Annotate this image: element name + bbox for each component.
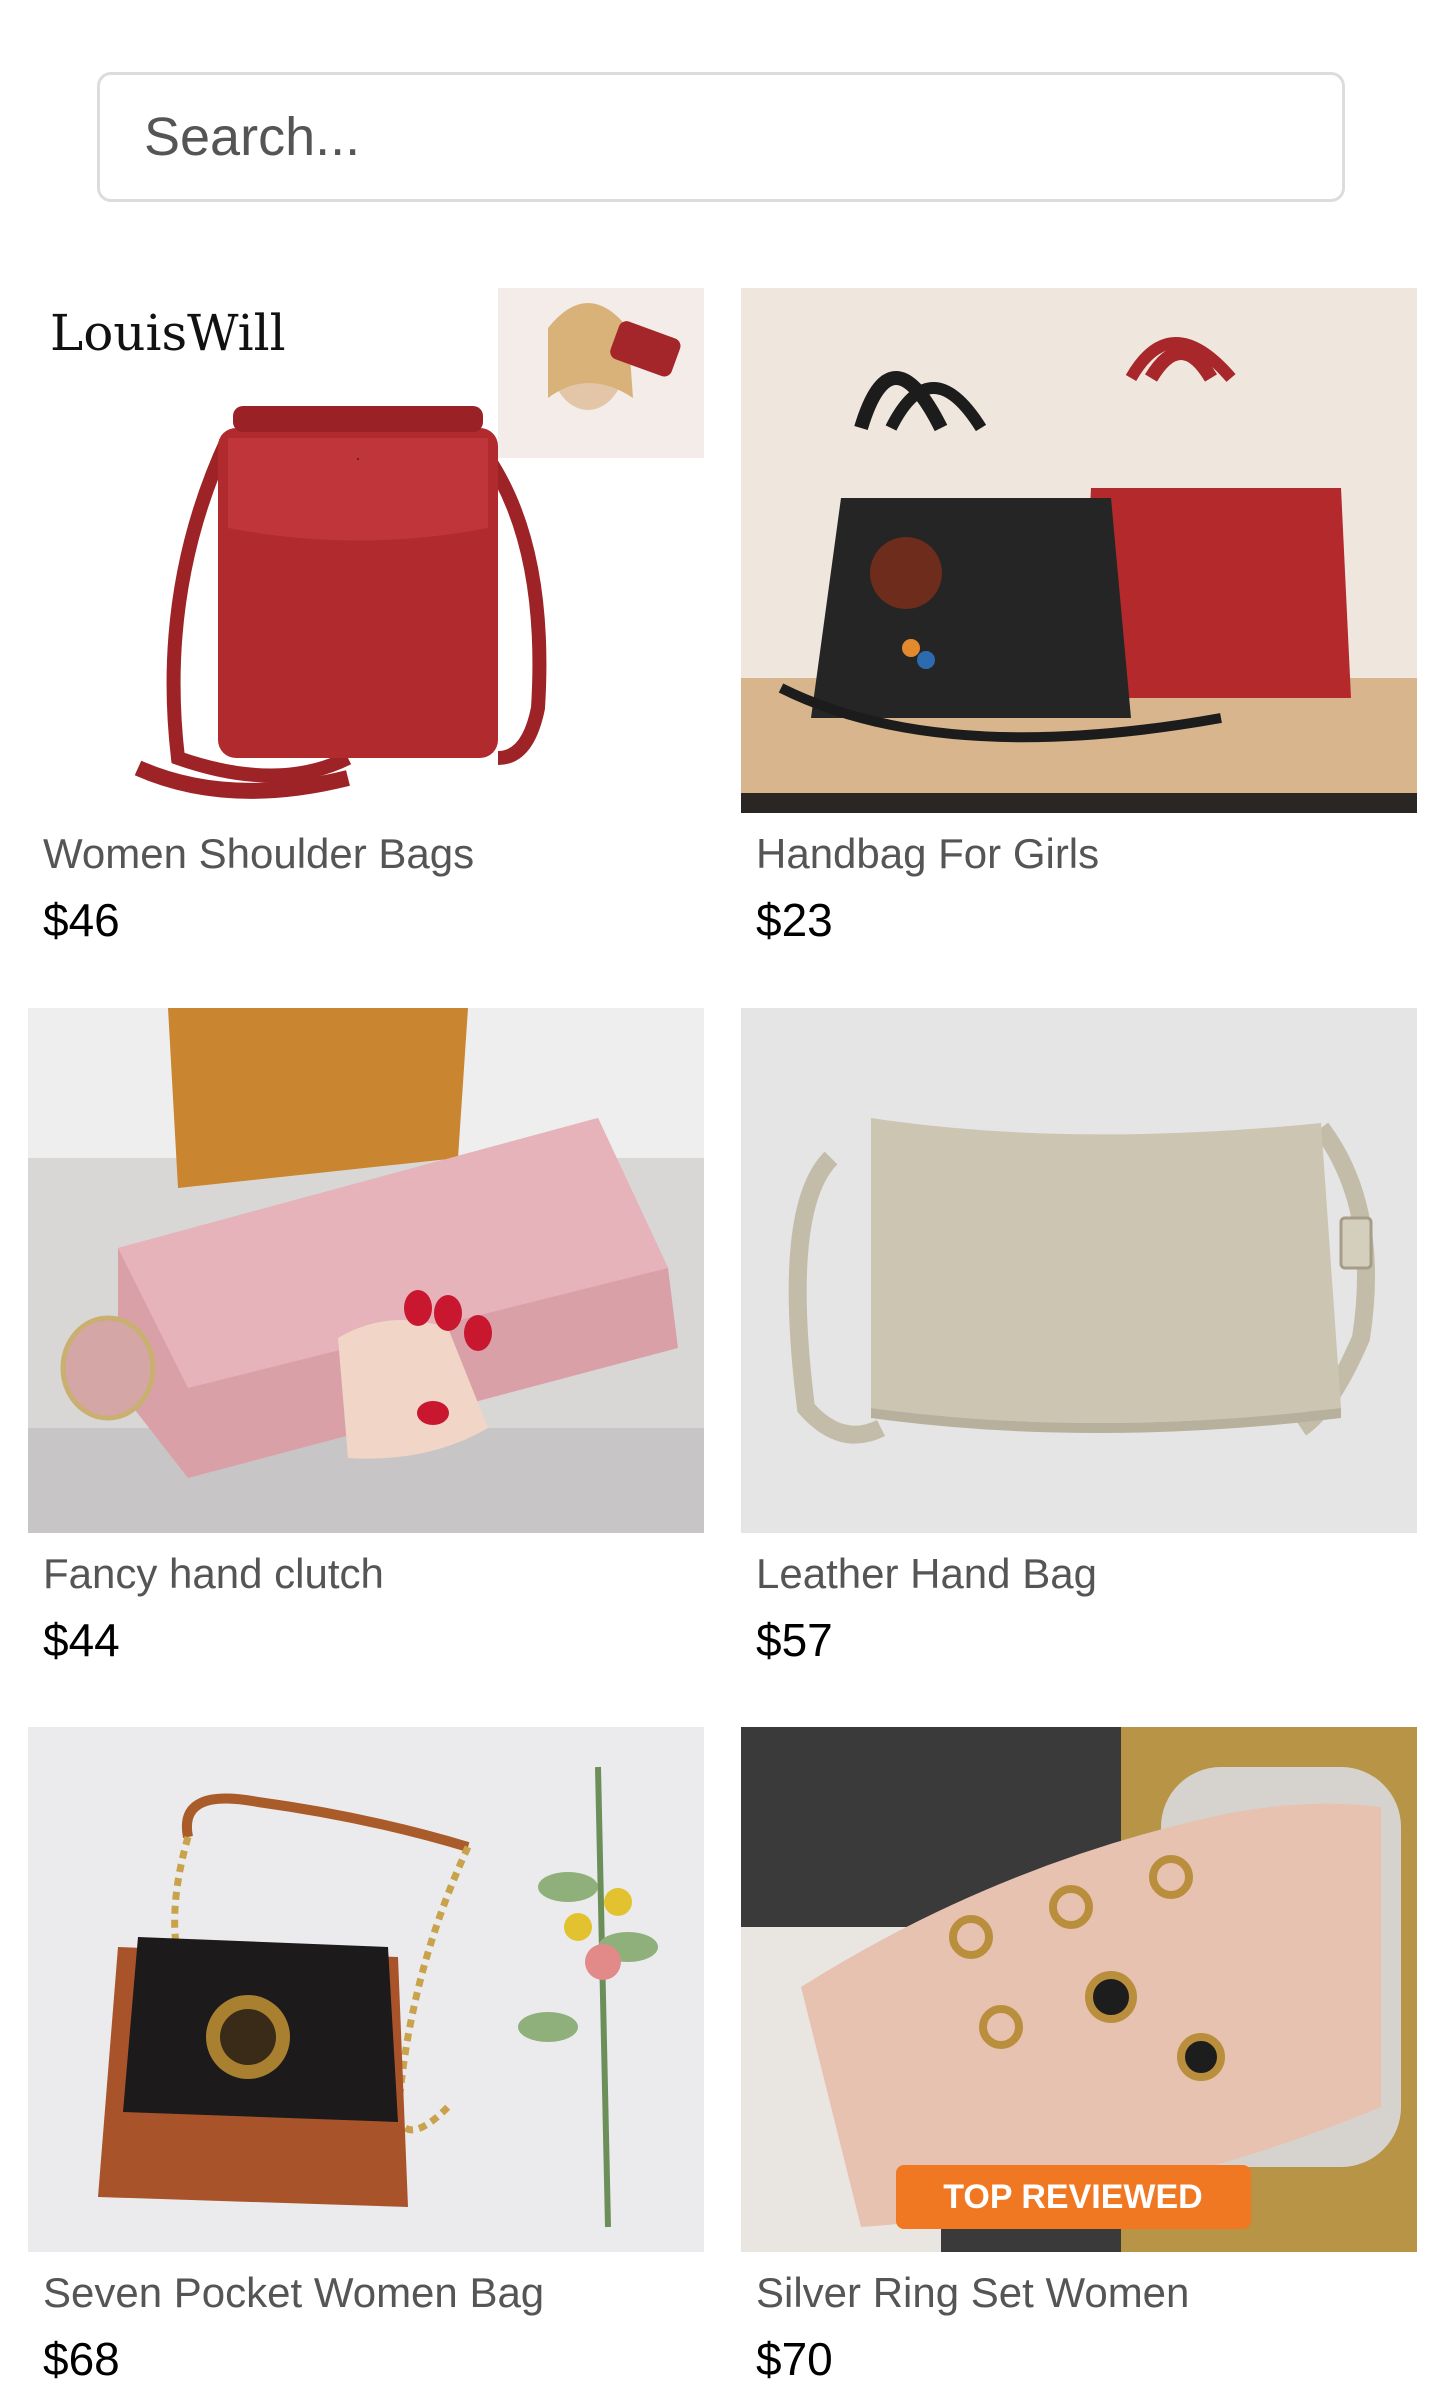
product-title[interactable]: Handbag For Girls: [756, 826, 1417, 882]
product-image[interactable]: [28, 1008, 704, 1533]
product-card[interactable]: TOP REVIEWED Silver Ring Set Women $70: [741, 1727, 1417, 2389]
product-title[interactable]: Seven Pocket Women Bag: [43, 2265, 704, 2321]
search-box[interactable]: [97, 72, 1345, 202]
product-card[interactable]: Leather Hand Bag $57: [741, 1008, 1417, 1670]
product-image[interactable]: LouisWill: [28, 288, 704, 813]
top-reviewed-badge: TOP REVIEWED: [943, 2178, 1202, 2216]
product-price: $68: [43, 2333, 120, 2385]
black-tan-crossbody-image: [28, 1727, 704, 2252]
product-image[interactable]: [741, 1008, 1417, 1533]
product-title[interactable]: Silver Ring Set Women: [756, 2265, 1417, 2321]
product-price: $57: [756, 1614, 833, 1666]
product-image[interactable]: [28, 1727, 704, 2252]
brand-logo-mark: LouisWill: [50, 304, 286, 362]
product-price: $46: [43, 894, 120, 946]
product-card[interactable]: Handbag For Girls $23: [741, 288, 1417, 950]
pink-clutch-image: [28, 1008, 704, 1533]
black-red-handbags-image: [741, 288, 1417, 813]
search-input[interactable]: [100, 75, 1342, 199]
ring-set-image: TOP REVIEWED: [741, 1727, 1417, 2252]
product-title[interactable]: Women Shoulder Bags: [43, 826, 704, 882]
product-title[interactable]: Leather Hand Bag: [756, 1546, 1417, 1602]
product-card[interactable]: LouisWill Women Shoulder Bags $46: [28, 288, 704, 950]
product-price: $44: [43, 1614, 120, 1666]
product-image[interactable]: [741, 288, 1417, 813]
product-title[interactable]: Fancy hand clutch: [43, 1546, 704, 1602]
beige-leather-bag-image: [741, 1008, 1417, 1533]
product-card[interactable]: Fancy hand clutch $44: [28, 1008, 704, 1670]
red-crossbody-bag-image: LouisWill: [28, 288, 704, 813]
product-card[interactable]: Seven Pocket Women Bag $68: [28, 1727, 704, 2389]
product-price: $23: [756, 894, 833, 946]
product-price: $70: [756, 2333, 833, 2385]
product-image[interactable]: TOP REVIEWED: [741, 1727, 1417, 2252]
